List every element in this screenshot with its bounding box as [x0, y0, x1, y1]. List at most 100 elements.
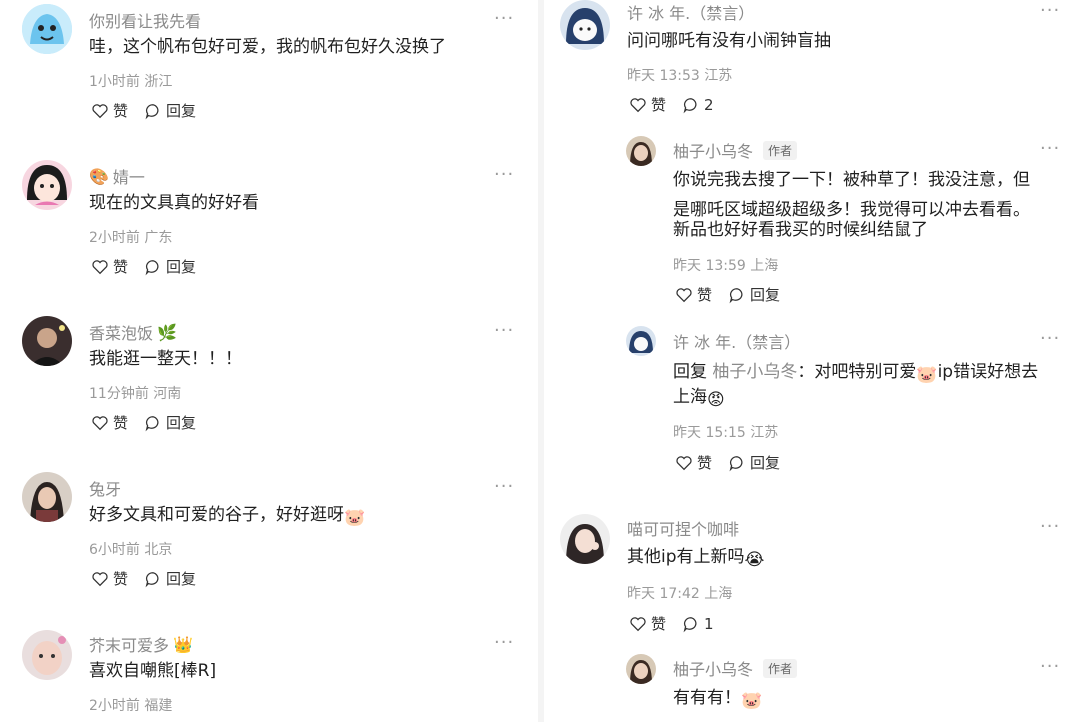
comment-item: 芥末可爱多 👑 ··· 喜欢自嘲熊[棒R] 2小时前 福建 — [0, 624, 538, 722]
comment-meta: 11分钟前 河南 — [89, 383, 181, 403]
reply-button[interactable]: 回复 — [728, 284, 780, 305]
comment-item: 喵可可捏个咖啡 ··· 其他ip有上新吗😭 昨天 17:42 上海 赞 1 — [544, 512, 1080, 642]
blue-hood-character-avatar-icon — [626, 326, 656, 356]
avatar[interactable] — [626, 326, 656, 356]
pig-face-emoji-icon: 🐷 — [916, 365, 938, 385]
comment-meta: 6小时前 北京 — [89, 539, 172, 559]
username[interactable]: 许 冰 年.（禁言） — [673, 329, 800, 353]
comment-actions: 赞 回复 — [91, 568, 212, 589]
username[interactable]: 兔牙 — [89, 476, 121, 500]
reply-text-line: 有有有！🐷 — [673, 683, 762, 717]
like-button[interactable]: 赞 — [629, 94, 666, 115]
reply-count: 1 — [704, 614, 714, 633]
like-button[interactable]: 赞 — [91, 412, 128, 433]
comment-location: 北京 — [144, 542, 173, 558]
username[interactable]: 香菜泡饭 🌿 — [89, 320, 177, 344]
more-options-button[interactable]: ··· — [1040, 140, 1060, 158]
reply-label: 回复 — [166, 414, 197, 432]
reply-button[interactable]: 回复 — [144, 256, 196, 277]
like-button[interactable]: 赞 — [675, 452, 712, 473]
speech-bubble-icon — [145, 571, 159, 587]
more-options-button[interactable]: ··· — [494, 322, 514, 340]
reply-count-button[interactable]: 1 — [682, 615, 714, 633]
comment-column-right: 许 冰 年.（禁言） ··· 问问哪吒有没有小闹钟盲抽 昨天 13:53 江苏 … — [544, 0, 1080, 722]
reply-button[interactable]: 回复 — [144, 100, 196, 121]
avatar[interactable] — [22, 630, 72, 680]
like-button[interactable]: 赞 — [91, 256, 128, 277]
avatar[interactable] — [560, 0, 610, 50]
blue-hood-character-avatar-icon — [560, 0, 610, 50]
speech-bubble-icon — [683, 616, 697, 632]
like-label: 赞 — [697, 286, 713, 304]
comment-text: 好多文具和可爱的谷子，好好逛呀🐷 — [89, 500, 365, 534]
reply-text-content: ip错误好想去 — [937, 362, 1039, 382]
reply-count-button[interactable]: 2 — [682, 96, 714, 114]
reply-button[interactable]: 回复 — [728, 452, 780, 473]
paint-palette-icon: 🎨 — [89, 166, 109, 186]
more-options-button[interactable]: ··· — [1040, 518, 1060, 536]
more-options-button[interactable]: ··· — [494, 634, 514, 652]
avatar[interactable] — [626, 654, 656, 684]
comment-time: 11分钟前 — [89, 386, 149, 402]
reply-count: 2 — [704, 95, 714, 114]
more-options-button[interactable]: ··· — [494, 166, 514, 184]
author-badge: 作者 — [763, 140, 798, 160]
reply-label: 回复 — [750, 286, 781, 304]
like-label: 赞 — [651, 615, 667, 633]
avatar[interactable] — [22, 472, 72, 522]
comment-location: 河南 — [153, 386, 182, 402]
username[interactable]: 许 冰 年.（禁言） — [627, 0, 754, 24]
comment-text: 哇，这个帆布包好可爱，我的帆布包好久没换了 — [89, 37, 446, 57]
reply-label: 回复 — [166, 258, 197, 276]
speech-bubble-icon — [729, 455, 743, 471]
person-photo-avatar-icon — [22, 316, 72, 366]
avatar[interactable] — [626, 136, 656, 166]
avatar[interactable] — [22, 160, 72, 210]
more-options-button[interactable]: ··· — [494, 10, 514, 28]
username[interactable]: 柚子小乌冬 作者 — [673, 138, 798, 162]
author-badge: 作者 — [763, 658, 798, 678]
username[interactable]: 柚子小乌冬 作者 — [673, 656, 798, 680]
heart-icon — [92, 415, 108, 430]
username[interactable]: 芥末可爱多 👑 — [89, 632, 193, 656]
comment-meta: 2小时前 福建 — [89, 695, 172, 715]
more-options-button[interactable]: ··· — [494, 478, 514, 496]
person-photo-avatar-icon — [626, 136, 656, 166]
like-label: 赞 — [113, 414, 129, 432]
like-button[interactable]: 赞 — [675, 284, 712, 305]
comment-actions: 赞 回复 — [675, 452, 796, 473]
leaf-icon: 🌿 — [157, 322, 177, 342]
reply-button[interactable]: 回复 — [144, 568, 196, 589]
reply-text-line: 你说完我去搜了一下！被种草了！我没注意，但 — [673, 170, 1030, 190]
username[interactable]: 🎨 婧一 — [89, 164, 145, 188]
pig-face-emoji-icon: 🐷 — [344, 508, 366, 528]
speech-bubble-icon — [145, 103, 159, 119]
like-button[interactable]: 赞 — [91, 568, 128, 589]
username[interactable]: 喵可可捏个咖啡 — [627, 516, 739, 540]
avatar[interactable] — [22, 4, 72, 54]
like-label: 赞 — [113, 258, 129, 276]
like-button[interactable]: 赞 — [91, 100, 128, 121]
reply-label: 回复 — [750, 454, 781, 472]
avatar[interactable] — [560, 514, 610, 564]
reply-button[interactable]: 回复 — [144, 412, 196, 433]
more-options-button[interactable]: ··· — [1040, 2, 1060, 20]
comment-actions: 赞 回复 — [91, 412, 212, 433]
reply-label: 回复 — [673, 362, 707, 382]
username[interactable]: 你别看让我先看 — [89, 8, 201, 32]
avatar[interactable] — [22, 316, 72, 366]
reply-text-line: 新品也好好看我买的时候纠结鼠了 — [673, 220, 928, 240]
person-photo-avatar-icon — [22, 472, 72, 522]
comment-location: 江苏 — [704, 68, 733, 84]
reply-text-content: 有有有！ — [673, 688, 741, 708]
comment-time: 昨天 13:59 — [673, 258, 746, 274]
crown-icon: 👑 — [173, 634, 193, 654]
girl-avatar-icon — [22, 160, 72, 210]
like-button[interactable]: 赞 — [629, 613, 666, 634]
comment-time: 昨天 17:42 — [627, 586, 700, 602]
comment-text: 喜欢自嘲熊[棒R] — [89, 661, 217, 681]
more-options-button[interactable]: ··· — [1040, 330, 1060, 348]
comment-location: 福建 — [144, 698, 173, 714]
reply-target-user[interactable]: 柚子小乌冬 — [712, 362, 797, 382]
more-options-button[interactable]: ··· — [1040, 658, 1060, 676]
